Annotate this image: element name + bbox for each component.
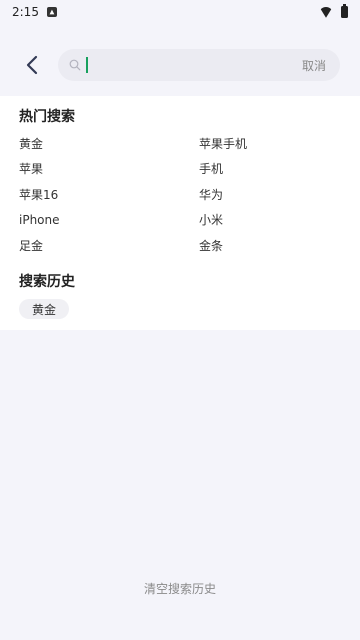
hot-search-list: 黄金 苹果手机 苹果 手机 苹果16 华为 iPhone 小米 足金 金条 xyxy=(19,132,349,259)
hot-search-item[interactable]: iPhone xyxy=(19,208,199,233)
chevron-left-icon xyxy=(26,55,38,75)
notification-app-icon xyxy=(46,7,57,17)
search-input[interactable] xyxy=(94,57,302,73)
search-suggestions-card: 热门搜索 黄金 苹果手机 苹果 手机 苹果16 华为 iPhone 小米 足金 … xyxy=(0,96,360,330)
hot-search-title: 热门搜索 xyxy=(19,109,75,125)
battery-icon xyxy=(341,4,348,18)
hot-search-item[interactable]: 苹果 xyxy=(19,157,199,182)
hot-search-item[interactable]: 黄金 xyxy=(19,132,199,157)
status-time: 2:15 xyxy=(12,5,39,19)
hot-search-item[interactable]: 苹果手机 xyxy=(199,132,349,157)
hot-search-item[interactable]: 小米 xyxy=(199,208,349,233)
search-icon xyxy=(68,58,82,72)
hot-search-item[interactable]: 手机 xyxy=(199,157,349,182)
cancel-button[interactable]: 取消 xyxy=(302,57,326,74)
back-button[interactable] xyxy=(12,45,52,85)
search-history-title: 搜索历史 xyxy=(19,274,75,290)
search-header: 取消 xyxy=(0,40,360,90)
history-chip[interactable]: 黄金 xyxy=(19,299,70,319)
clear-history-button[interactable]: 清空搜索历史 xyxy=(0,580,360,597)
search-history-list: 黄金 xyxy=(19,299,70,319)
status-right xyxy=(319,4,348,18)
text-cursor xyxy=(86,57,88,73)
status-bar: 2:15 xyxy=(0,0,360,24)
hot-search-item[interactable]: 金条 xyxy=(199,234,349,259)
search-box[interactable]: 取消 xyxy=(58,49,340,81)
hot-search-item[interactable]: 华为 xyxy=(199,183,349,208)
hot-search-item[interactable]: 足金 xyxy=(19,234,199,259)
hot-search-item[interactable]: 苹果16 xyxy=(19,183,199,208)
wifi-icon xyxy=(319,7,333,18)
status-left: 2:15 xyxy=(12,5,57,19)
